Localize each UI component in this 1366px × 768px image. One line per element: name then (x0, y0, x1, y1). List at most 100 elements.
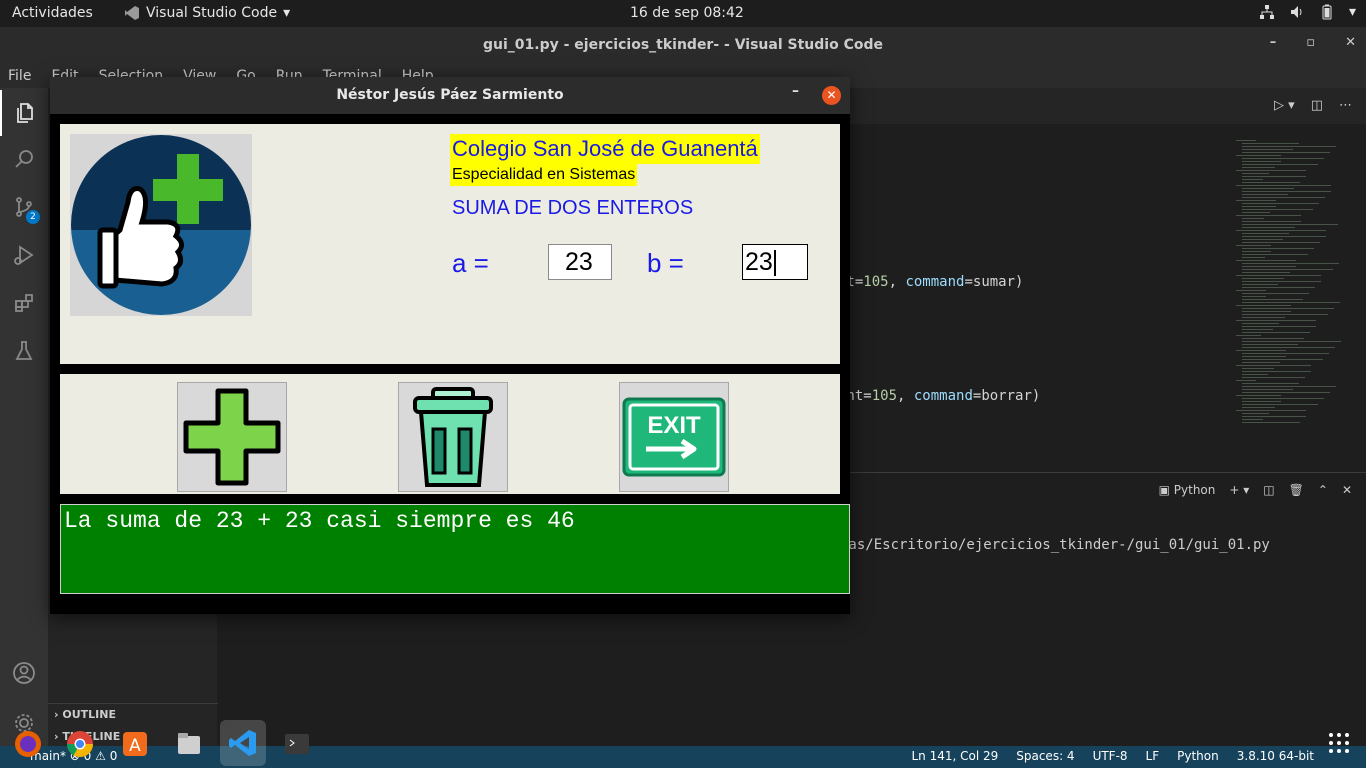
minimap-line (1242, 152, 1330, 153)
minimap-line (1242, 329, 1273, 330)
app-menu[interactable]: Visual Studio Code ▾ (124, 5, 290, 21)
split-editor-icon[interactable]: ◫ (1311, 98, 1323, 113)
input-a[interactable]: 23 (548, 244, 612, 280)
terminal-shell-selector[interactable]: ▣ Python (1159, 483, 1216, 497)
extensions-icon[interactable] (0, 280, 48, 326)
minimap-line (1242, 314, 1328, 315)
account-icon[interactable] (0, 650, 48, 696)
minimap-line (1236, 395, 1281, 396)
volume-icon (1290, 6, 1302, 18)
vscode-dock-icon[interactable] (220, 720, 266, 766)
language-mode[interactable]: Python (1177, 749, 1219, 763)
split-terminal-icon[interactable]: ◫ (1263, 483, 1274, 497)
window-title: gui_01.py - ejercicios_tkinder- - Visual… (483, 37, 883, 53)
source-control-icon[interactable]: 2 (0, 184, 48, 230)
terminal-app-icon[interactable] (279, 726, 315, 762)
tkinter-title-bar[interactable]: Néstor Jesús Páez Sarmiento – ✕ (50, 77, 850, 114)
minimap-line (1242, 179, 1263, 180)
minimap-line (1242, 338, 1304, 339)
menu-file[interactable]: File (8, 68, 31, 84)
logo-image (70, 134, 252, 316)
minimap-line (1236, 155, 1281, 156)
minimap-line (1242, 413, 1269, 414)
tkinter-window-title: Néstor Jesús Páez Sarmiento (336, 87, 564, 103)
encoding[interactable]: UTF-8 (1093, 749, 1128, 763)
minimap-line (1236, 170, 1306, 171)
more-actions-icon[interactable]: ⋯ (1339, 98, 1352, 113)
window-controls[interactable]: – ▫ ✕ (1270, 35, 1356, 50)
activities-button[interactable]: Actividades (12, 5, 93, 21)
panel-toolbar: ▣ Python + ▾ ◫ 🗑 ⌃ ✕ (1159, 483, 1352, 497)
testing-icon[interactable] (0, 328, 48, 374)
minimap-line (1242, 146, 1336, 147)
minimap-line (1242, 419, 1263, 420)
minimap-line (1242, 422, 1300, 423)
code-line[interactable]: nt=105, command=sumar) (838, 274, 1023, 290)
minimap-line (1236, 335, 1261, 336)
minimap-line (1236, 260, 1296, 261)
minimap-line (1242, 416, 1306, 417)
minimap-line (1242, 368, 1274, 369)
header-frame: Colegio San José de Guanentá Especialida… (60, 124, 840, 364)
heading-label: SUMA DE DOS ENTEROS (452, 197, 694, 219)
minimap-line (1242, 326, 1316, 327)
delete-button[interactable] (398, 382, 508, 492)
code-line[interactable]: ght=105, command=borrar) (838, 388, 1040, 404)
minimize-icon[interactable]: – (1270, 35, 1277, 50)
school-label: Colegio San José de Guanentá (450, 134, 760, 164)
cursor-position[interactable]: Ln 141, Col 29 (911, 749, 998, 763)
explorer-icon[interactable] (0, 90, 48, 136)
minimap-line (1236, 230, 1326, 231)
trash-icon[interactable]: 🗑 (1289, 483, 1304, 497)
clock[interactable]: 16 de sep 08:42 (630, 5, 744, 21)
system-tray[interactable]: ▾ (1259, 4, 1356, 20)
minimap-line (1242, 248, 1314, 249)
run-debug-icon[interactable] (0, 232, 48, 278)
minimap-line (1242, 296, 1266, 297)
minimap-line (1242, 353, 1329, 354)
minimap-line (1236, 200, 1276, 201)
minimap-line (1242, 167, 1275, 168)
indentation[interactable]: Spaces: 4 (1016, 749, 1074, 763)
minimap-line (1242, 209, 1313, 210)
label-a: a = (452, 248, 489, 278)
minimap-line (1242, 197, 1325, 198)
minimap-line (1242, 407, 1275, 408)
minimap-line (1242, 266, 1296, 267)
minimap-line (1242, 239, 1283, 240)
app-grid-icon[interactable] (1328, 732, 1350, 758)
exit-button[interactable]: EXIT (619, 382, 729, 492)
terminal-output[interactable]: mas/Escritorio/ejercicios_tkinder-/gui_0… (840, 537, 1270, 553)
minimap[interactable] (1236, 140, 1354, 430)
close-panel-icon[interactable]: ✕ (1342, 483, 1352, 497)
specialty-label: Especialidad en Sistemas (450, 164, 638, 186)
close-icon[interactable]: ✕ (1345, 35, 1356, 50)
minimap-line (1242, 158, 1324, 159)
minimap-line (1242, 203, 1319, 204)
label-b: b = (647, 248, 684, 278)
search-icon[interactable] (0, 136, 48, 182)
end-of-line[interactable]: LF (1146, 749, 1160, 763)
battery-icon (1322, 4, 1332, 20)
minimap-line (1236, 185, 1331, 186)
minimap-line (1242, 284, 1278, 285)
close-icon[interactable]: ✕ (822, 86, 841, 105)
firefox-icon[interactable] (10, 726, 46, 762)
input-b[interactable]: 23 (742, 244, 808, 280)
chrome-icon[interactable] (62, 726, 98, 762)
tkinter-window: Néstor Jesús Páez Sarmiento – ✕ Colegio … (50, 77, 850, 614)
minimap-line (1242, 386, 1336, 387)
minimap-line (1242, 263, 1339, 264)
minimap-line (1242, 254, 1308, 255)
minimap-line (1236, 380, 1256, 381)
add-terminal-icon[interactable]: + ▾ (1229, 483, 1249, 497)
minimize-icon[interactable]: – (792, 83, 799, 99)
files-icon[interactable] (171, 726, 207, 762)
maximize-icon[interactable]: ▫ (1306, 35, 1315, 50)
python-interpreter[interactable]: 3.8.10 64-bit (1237, 749, 1314, 763)
add-button[interactable] (177, 382, 287, 492)
minimap-line (1242, 371, 1311, 372)
run-icon[interactable]: ▷ ▾ (1274, 98, 1295, 113)
software-center-icon[interactable]: A (117, 726, 153, 762)
maximize-panel-icon[interactable]: ⌃ (1318, 483, 1328, 497)
